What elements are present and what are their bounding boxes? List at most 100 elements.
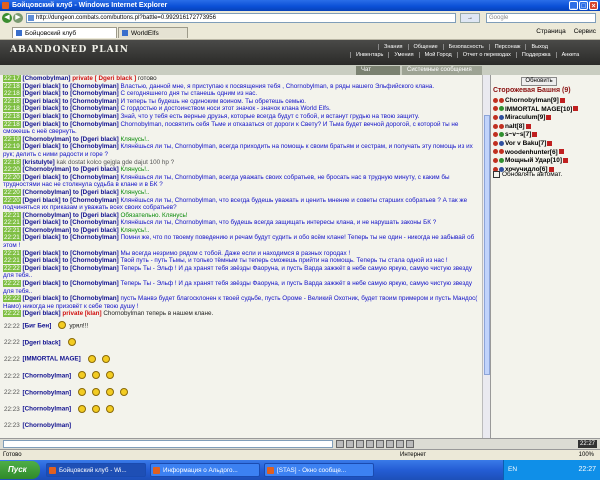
message-author[interactable]: [Dgeri black] — [23, 265, 61, 272]
message-recipient[interactable]: to [Dgeri black] — [73, 136, 119, 143]
player-entry[interactable]: Miraculum[9] — [493, 114, 598, 123]
message-author[interactable]: [Dgeri black] — [23, 174, 61, 181]
message-author[interactable]: [Chornobylman] — [23, 227, 72, 234]
message-recipient[interactable]: to [Chornobylman] — [62, 265, 118, 272]
message-recipient[interactable]: to [Chornobylman] — [62, 143, 118, 150]
task-info[interactable]: Информация о Альдого... — [150, 463, 260, 477]
minimize-button[interactable]: _ — [569, 1, 578, 10]
message-recipient[interactable]: to [Chornobylman] — [62, 250, 118, 257]
forward-icon[interactable]: ▶ — [13, 13, 23, 23]
log-tool-icon[interactable] — [396, 440, 404, 448]
player-entry[interactable]: Мощный Удар[10] — [493, 157, 598, 166]
refresh-button[interactable]: Обновить — [521, 77, 557, 86]
message-author[interactable]: [Dgeri black] — [23, 197, 61, 204]
private-recipient[interactable]: private [klan] — [62, 310, 101, 317]
message-recipient[interactable]: to [Dgeri black] — [73, 212, 119, 219]
message-recipient[interactable]: to [Dgeri black] — [73, 189, 119, 196]
nav-communication[interactable]: Общение — [407, 44, 443, 50]
checkbox-icon[interactable] — [493, 171, 500, 178]
message-recipient[interactable]: to [Chornobylman] — [62, 83, 118, 90]
private-recipient[interactable]: private [ Dgeri black ] — [72, 75, 136, 82]
message-author[interactable]: [Chornobylman] — [23, 373, 72, 380]
auto-refresh-checkbox[interactable]: Обновлять автомат. — [493, 171, 562, 178]
message-recipient[interactable]: to [Chornobylman] — [62, 234, 118, 241]
maximize-button[interactable]: □ — [579, 1, 588, 10]
message-recipient[interactable]: to [Chornobylman] — [62, 174, 118, 181]
player-name[interactable]: woodenhunter[6] — [505, 149, 558, 156]
task-stas[interactable]: [STAS] - Окно сообще... — [264, 463, 374, 477]
private-message-icon[interactable] — [493, 132, 498, 138]
message-recipient[interactable]: to [Chornobylman] — [62, 98, 118, 105]
player-name[interactable]: s~v~s[7] — [505, 131, 531, 138]
player-name[interactable]: Miraculum[9] — [505, 114, 545, 121]
private-message-icon[interactable] — [493, 97, 498, 103]
search-input[interactable]: Google — [486, 13, 596, 23]
nav-skills[interactable]: Умения — [388, 52, 418, 58]
player-info-icon[interactable] — [547, 140, 553, 146]
message-recipient[interactable]: to [Dgeri black] — [73, 227, 119, 234]
private-message-icon[interactable] — [493, 157, 498, 163]
message-author[interactable]: [Dgeri black] — [23, 219, 61, 226]
message-recipient[interactable]: to [Chornobylman] — [62, 90, 118, 97]
player-name[interactable]: Chornobylman[9] — [505, 97, 559, 104]
chat-input[interactable] — [3, 440, 333, 448]
start-button[interactable]: Пуск — [0, 461, 40, 479]
tab-combats[interactable]: Бойцовский клуб — [12, 27, 117, 38]
message-author[interactable]: [Dgeri black] — [23, 105, 61, 112]
private-message-icon[interactable] — [493, 114, 498, 120]
task-combats[interactable]: Бойцовский клуб - Wi... — [46, 463, 146, 477]
message-author[interactable]: [Dgeri black] — [23, 143, 61, 150]
message-author[interactable]: [Chornobylman] — [23, 189, 72, 196]
message-author[interactable]: [Dgeri black] — [23, 295, 61, 302]
player-name[interactable]: nalt[8] — [505, 123, 525, 130]
nav-support[interactable]: Поддержка — [515, 52, 556, 58]
url-input[interactable]: http://dungeon.combats.com/buttons.pl?ba… — [26, 13, 456, 23]
nav-exit[interactable]: Выход — [525, 44, 552, 50]
message-author[interactable]: [Dgeri black] — [23, 257, 61, 264]
close-button[interactable]: × — [589, 1, 598, 10]
smiley-tool-icon[interactable] — [336, 440, 344, 448]
nav-knowledge[interactable]: Знания — [378, 44, 408, 50]
nav-security[interactable]: Безопасность — [442, 44, 489, 50]
message-recipient[interactable]: to [Chornobylman] — [62, 219, 118, 226]
nav-character[interactable]: Персонаж — [488, 44, 526, 50]
message-author[interactable]: [Chornobylman] — [23, 422, 72, 429]
message-recipient[interactable]: to [Chornobylman] — [62, 257, 118, 264]
message-author[interactable]: [Dgeri black] — [23, 90, 61, 97]
sound-tool-icon[interactable] — [376, 440, 384, 448]
private-message-icon[interactable] — [493, 106, 498, 112]
message-author[interactable]: [IMMORTAL MAGE] — [23, 356, 81, 363]
tab-system-messages[interactable]: Системные сообщения — [402, 66, 482, 75]
language-indicator[interactable]: EN — [508, 466, 517, 473]
message-author[interactable]: [Dgeri black] — [23, 234, 61, 241]
player-name[interactable]: IMMORTAL MAGE[10] — [505, 106, 572, 113]
message-recipient[interactable]: to [Chornobylman] — [62, 121, 118, 128]
settings-tool-icon[interactable] — [406, 440, 414, 448]
player-info-icon[interactable] — [546, 114, 552, 120]
player-name[interactable]: Vor v Baku[7] — [505, 140, 546, 147]
nav-profile[interactable]: Анкета — [555, 52, 585, 58]
message-author[interactable]: [Биг Бен] — [23, 323, 52, 330]
player-info-icon[interactable] — [525, 123, 531, 129]
page-menu[interactable]: Страница — [536, 28, 565, 35]
private-message-icon[interactable] — [493, 123, 498, 129]
message-author[interactable]: [Chornobylman] — [23, 406, 72, 413]
message-author[interactable]: [Dgeri black] — [23, 121, 61, 128]
clear-tool-icon[interactable] — [366, 440, 374, 448]
nav-inventory[interactable]: Инвентарь — [350, 52, 388, 58]
player-entry[interactable]: woodenhunter[6] — [493, 149, 598, 158]
message-author[interactable]: [Chornobylman] — [23, 212, 72, 219]
message-recipient[interactable]: to [Chornobylman] — [62, 295, 118, 302]
player-name[interactable]: Мощный Удар[10] — [505, 157, 562, 164]
message-recipient[interactable]: to [Chornobylman] — [62, 280, 118, 287]
private-tool-icon[interactable] — [386, 440, 394, 448]
message-author[interactable]: [Chornobylman] — [23, 389, 72, 396]
tab-worldelfs[interactable]: WorldElfs — [118, 27, 188, 38]
player-entry[interactable]: nalt[8] — [493, 123, 598, 132]
service-menu[interactable]: Сервис — [574, 28, 596, 35]
go-button[interactable]: → — [460, 13, 480, 23]
tab-chat[interactable]: Чат — [356, 66, 400, 75]
player-info-icon[interactable] — [573, 106, 579, 112]
message-author[interactable]: [Chornobylman] — [23, 136, 72, 143]
player-entry[interactable]: Chornobylman[9] — [493, 97, 598, 106]
